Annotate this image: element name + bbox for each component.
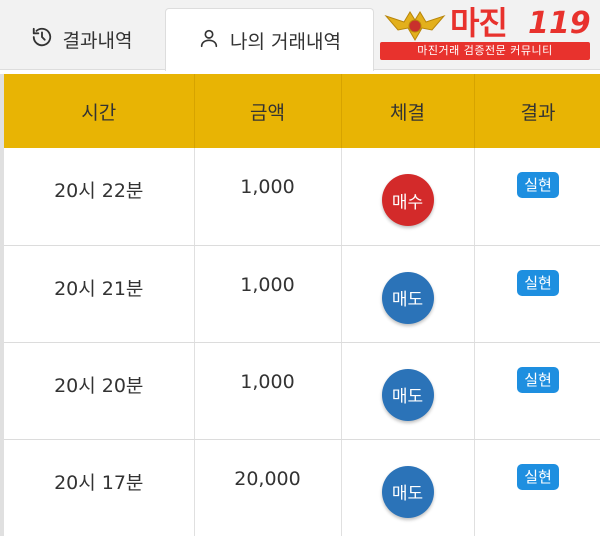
buy-badge: 매수 <box>381 174 434 226</box>
execution-cell: 매도 <box>340 342 474 440</box>
column-header-amount: 금액 <box>193 74 342 148</box>
sell-badge: 매도 <box>381 465 434 518</box>
table-row: 20시 21분 1,000 매도 실현 <box>0 245 600 343</box>
logo-number: 119 <box>528 6 591 41</box>
realized-badge: 실현 <box>517 366 559 393</box>
table-row: 20시 17분 20,000 매도 실현 <box>0 439 600 536</box>
tab-bar: 결과내역 나의 거래내역 마진 119 마진거래 검증전문 커뮤니티 <box>0 0 600 71</box>
tab-my-trades[interactable]: 나의 거래내역 <box>165 8 374 71</box>
execution-cell: 매수 <box>340 148 474 246</box>
table-row: 20시 20분 1,000 매도 실현 <box>0 342 600 440</box>
user-icon <box>198 27 230 54</box>
amount-cell: 1,000 <box>193 245 341 343</box>
result-cell: 실현 <box>473 148 600 246</box>
tab-label: 결과내역 <box>62 29 133 52</box>
tab-result-history[interactable]: 결과내역 <box>0 8 163 70</box>
result-cell: 실현 <box>473 245 600 343</box>
time-cell: 20시 17분 <box>0 439 194 536</box>
logo-tagline: 마진거래 검증전문 커뮤니티 <box>380 42 590 60</box>
result-cell: 실현 <box>473 439 600 536</box>
column-header-result: 결과 <box>473 74 600 148</box>
column-header-execution: 체결 <box>340 74 475 148</box>
amount-cell: 1,000 <box>193 148 341 246</box>
result-cell: 실현 <box>473 342 600 440</box>
execution-cell: 매도 <box>340 439 474 536</box>
history-icon <box>31 26 63 53</box>
sell-badge: 매도 <box>381 271 434 324</box>
column-header-time: 시간 <box>0 74 195 148</box>
site-logo: 마진 119 마진거래 검증전문 커뮤니티 <box>378 4 594 62</box>
tab-label: 나의 거래내역 <box>230 30 341 53</box>
amount-cell: 1,000 <box>193 342 341 440</box>
table-row: 20시 22분 1,000 매수 실현 <box>0 148 600 246</box>
trade-history-table: 시간 금액 체결 결과 20시 22분 1,000 매수 실현 20시 21분 … <box>0 74 600 536</box>
time-cell: 20시 22분 <box>0 148 194 246</box>
realized-badge: 실현 <box>517 463 559 490</box>
execution-cell: 매도 <box>340 245 474 343</box>
table-header-row: 시간 금액 체결 결과 <box>0 74 600 148</box>
eagle-emblem-icon <box>384 11 446 41</box>
realized-badge: 실현 <box>517 172 559 198</box>
time-cell: 20시 21분 <box>0 245 194 343</box>
sell-badge: 매도 <box>381 368 434 421</box>
logo-title: 마진 <box>450 4 508 42</box>
time-cell: 20시 20분 <box>0 342 194 440</box>
realized-badge: 실현 <box>517 269 559 296</box>
amount-cell: 20,000 <box>193 439 341 536</box>
